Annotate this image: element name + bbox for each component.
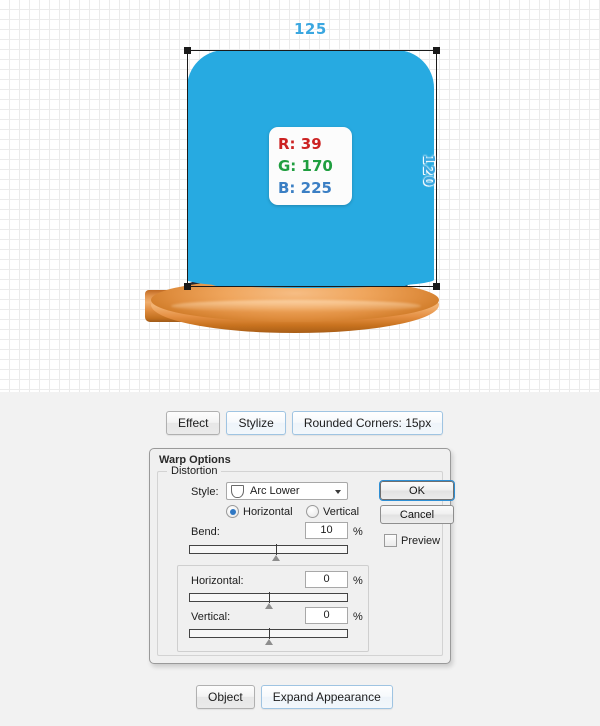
rgb-green-value: G: 170 xyxy=(278,157,333,175)
rgb-value-callout: R: 39 G: 170 B: 225 xyxy=(269,127,352,205)
distortion-vertical-slider[interactable] xyxy=(189,628,348,645)
radio-vertical-dot[interactable] xyxy=(306,505,319,518)
ok-button[interactable]: OK xyxy=(379,480,455,501)
selection-handle-top-left[interactable] xyxy=(184,47,191,54)
artboard-canvas[interactable]: 125 120 R: 39 G: 170 B: 225 xyxy=(0,0,600,392)
cancel-button[interactable]: Cancel xyxy=(380,505,454,524)
bend-slider-thumb[interactable] xyxy=(272,544,281,561)
distortion-horizontal-label: Horizontal: xyxy=(191,575,244,587)
bend-slider-track[interactable] xyxy=(189,545,348,554)
style-label: Style: xyxy=(191,486,219,498)
warp-options-dialog: Warp Options Style: Arc Lower Horizontal… xyxy=(149,448,455,664)
dimension-label-width: 125 xyxy=(294,20,327,38)
distortion-vertical-slider-thumb[interactable] xyxy=(264,628,273,645)
arc-lower-icon xyxy=(231,484,244,498)
radio-horizontal[interactable]: Horizontal xyxy=(226,505,293,518)
preview-checkbox[interactable] xyxy=(384,534,397,547)
radio-vertical[interactable]: Vertical xyxy=(306,505,359,518)
preview-checkbox-row[interactable]: Preview xyxy=(384,534,440,547)
style-selected-value: Arc Lower xyxy=(250,485,300,497)
distortion-horizontal-slider[interactable] xyxy=(189,592,348,609)
lower-ui-panel: Effect Stylize Rounded Corners: 15px War… xyxy=(0,392,600,726)
menu-button-rounded-corners[interactable]: Rounded Corners: 15px xyxy=(291,411,444,435)
style-dropdown[interactable]: Arc Lower xyxy=(226,482,348,500)
menu-button-stylize[interactable]: Stylize xyxy=(226,411,286,435)
blue-shape-warped-bottom xyxy=(187,250,434,288)
distortion-horizontal-slider-thumb[interactable] xyxy=(264,592,273,609)
radio-vertical-label: Vertical xyxy=(323,505,360,518)
distortion-legend: Distortion xyxy=(167,465,222,477)
breadcrumb-object-path: Object Expand Appearance xyxy=(196,685,393,709)
radio-horizontal-label: Horizontal xyxy=(243,505,293,518)
dialog-content-frame: Style: Arc Lower Horizontal Vertical Ben… xyxy=(157,465,455,656)
radio-horizontal-dot[interactable] xyxy=(226,505,239,518)
rgb-blue-value: B: 225 xyxy=(278,179,332,197)
selection-handle-top-right[interactable] xyxy=(433,47,440,54)
bend-slider[interactable] xyxy=(189,544,348,561)
dimension-label-height: 120 xyxy=(420,154,438,187)
bend-input[interactable]: 10 xyxy=(305,522,348,539)
bend-label: Bend: xyxy=(191,526,220,538)
chevron-down-icon xyxy=(335,490,341,494)
menu-button-object[interactable]: Object xyxy=(196,685,255,709)
preview-label: Preview xyxy=(401,534,441,547)
distortion-vertical-unit: % xyxy=(353,611,363,623)
menu-button-effect[interactable]: Effect xyxy=(166,411,221,435)
rgb-red-value: R: 39 xyxy=(278,135,322,153)
menu-button-expand-appearance[interactable]: Expand Appearance xyxy=(260,685,393,709)
distortion-vertical-label: Vertical: xyxy=(191,611,231,623)
distortion-horizontal-unit: % xyxy=(353,575,363,587)
bend-unit: % xyxy=(353,526,363,538)
base-highlight xyxy=(171,300,421,312)
distortion-horizontal-input[interactable]: 0 xyxy=(305,571,348,588)
distortion-vertical-input[interactable]: 0 xyxy=(305,607,348,624)
breadcrumb-effect-path: Effect Stylize Rounded Corners: 15px xyxy=(166,411,444,435)
